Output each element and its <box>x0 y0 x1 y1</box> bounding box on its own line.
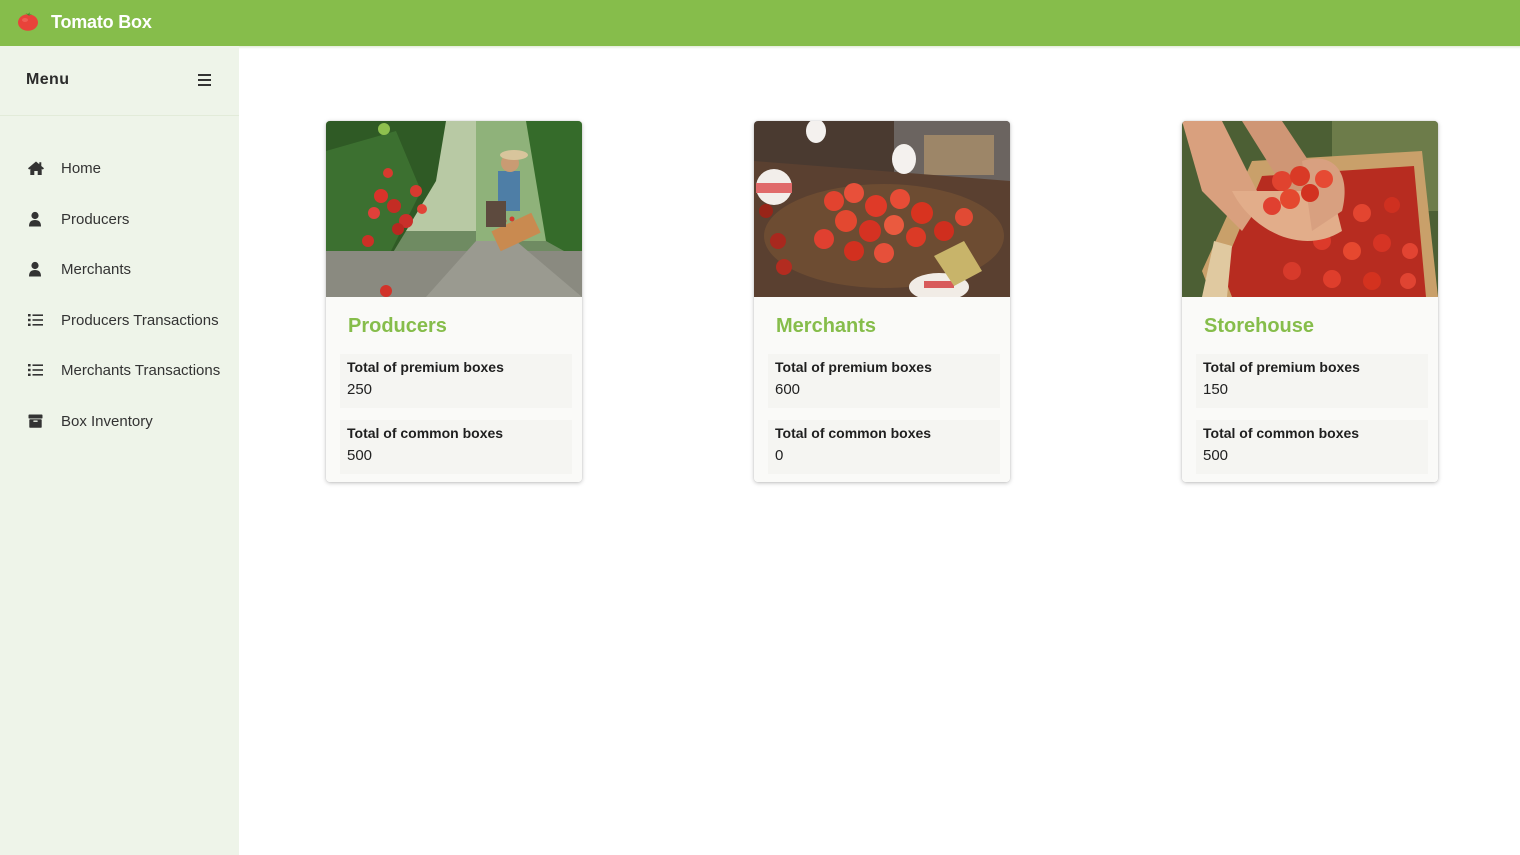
stat-value: 0 <box>775 447 784 464</box>
storehouse-photo <box>1182 121 1438 297</box>
user-icon <box>29 211 41 227</box>
stat-value: 150 <box>1203 381 1229 398</box>
user-icon <box>29 262 41 277</box>
sidebar-item-producers[interactable]: Producers <box>0 194 239 245</box>
card-body: Storehouse Total of premium boxes 150 To… <box>1182 297 1438 482</box>
list-icon <box>28 313 43 326</box>
sidebar: Menu Home Producers Merchants Producers … <box>0 46 239 855</box>
stat-value: 500 <box>1203 447 1229 464</box>
stat-label: Total of premium boxes <box>1203 359 1360 375</box>
premium-boxes-stat: Total of premium boxes 250 <box>340 354 572 408</box>
stat-label: Total of common boxes <box>347 425 504 441</box>
producers-photo <box>326 121 582 297</box>
sidebar-item-label: Merchants <box>61 261 132 279</box>
premium-boxes-stat: Total of premium boxes 600 <box>768 354 1000 408</box>
merchants-photo <box>754 121 1010 297</box>
premium-boxes-stat: Total of premium boxes 150 <box>1196 354 1428 408</box>
sidebar-header: Menu <box>0 46 239 116</box>
box-icon <box>28 414 43 428</box>
merchants-card[interactable]: Merchants Total of premium boxes 600 Tot… <box>754 121 1010 482</box>
card-title: Storehouse <box>1204 315 1315 337</box>
sidebar-item-label: Producers <box>61 210 130 228</box>
sidebar-item-box-inventory[interactable]: Box Inventory <box>0 396 239 447</box>
home-icon <box>28 161 44 175</box>
tomato-logo-icon[interactable] <box>17 11 39 31</box>
producers-card[interactable]: Producers Total of premium boxes 250 Tot… <box>326 121 582 482</box>
sidebar-item-home[interactable]: Home <box>0 143 239 194</box>
list-icon <box>28 364 43 377</box>
stat-label: Total of common boxes <box>1203 425 1360 441</box>
sidebar-item-label: Home <box>61 160 102 177</box>
stat-label: Total of premium boxes <box>775 359 932 375</box>
common-boxes-stat: Total of common boxes 500 <box>1196 420 1428 474</box>
stat-value: 500 <box>347 447 373 464</box>
stat-label: Total of premium boxes <box>347 359 504 375</box>
sidebar-item-label: Producers Transactions <box>61 311 219 329</box>
sidebar-item-label: Merchants Transactions <box>61 362 221 380</box>
top-navbar: Tomato Box <box>0 0 1520 46</box>
sidebar-item-label: Box Inventory <box>61 412 153 430</box>
app-title[interactable]: Tomato Box <box>51 11 152 33</box>
stat-value: 250 <box>347 381 373 398</box>
storehouse-card[interactable]: Storehouse Total of premium boxes 150 To… <box>1182 121 1438 482</box>
sidebar-item-producers-transactions[interactable]: Producers Transactions <box>0 295 239 346</box>
common-boxes-stat: Total of common boxes 500 <box>340 420 572 474</box>
card-title: Merchants <box>776 315 877 337</box>
common-boxes-stat: Total of common boxes 0 <box>768 420 1000 474</box>
menu-title: Menu <box>26 71 70 88</box>
card-title: Producers <box>348 315 447 337</box>
sidebar-item-merchants[interactable]: Merchants <box>0 244 239 295</box>
stat-label: Total of common boxes <box>775 425 932 441</box>
hamburger-menu-icon[interactable] <box>196 72 214 88</box>
card-body: Producers Total of premium boxes 250 Tot… <box>326 297 582 482</box>
sidebar-nav: Home Producers Merchants Producers Trans… <box>0 143 239 447</box>
sidebar-item-merchants-transactions[interactable]: Merchants Transactions <box>0 345 239 396</box>
card-body: Merchants Total of premium boxes 600 Tot… <box>754 297 1010 482</box>
stat-value: 600 <box>775 381 801 398</box>
